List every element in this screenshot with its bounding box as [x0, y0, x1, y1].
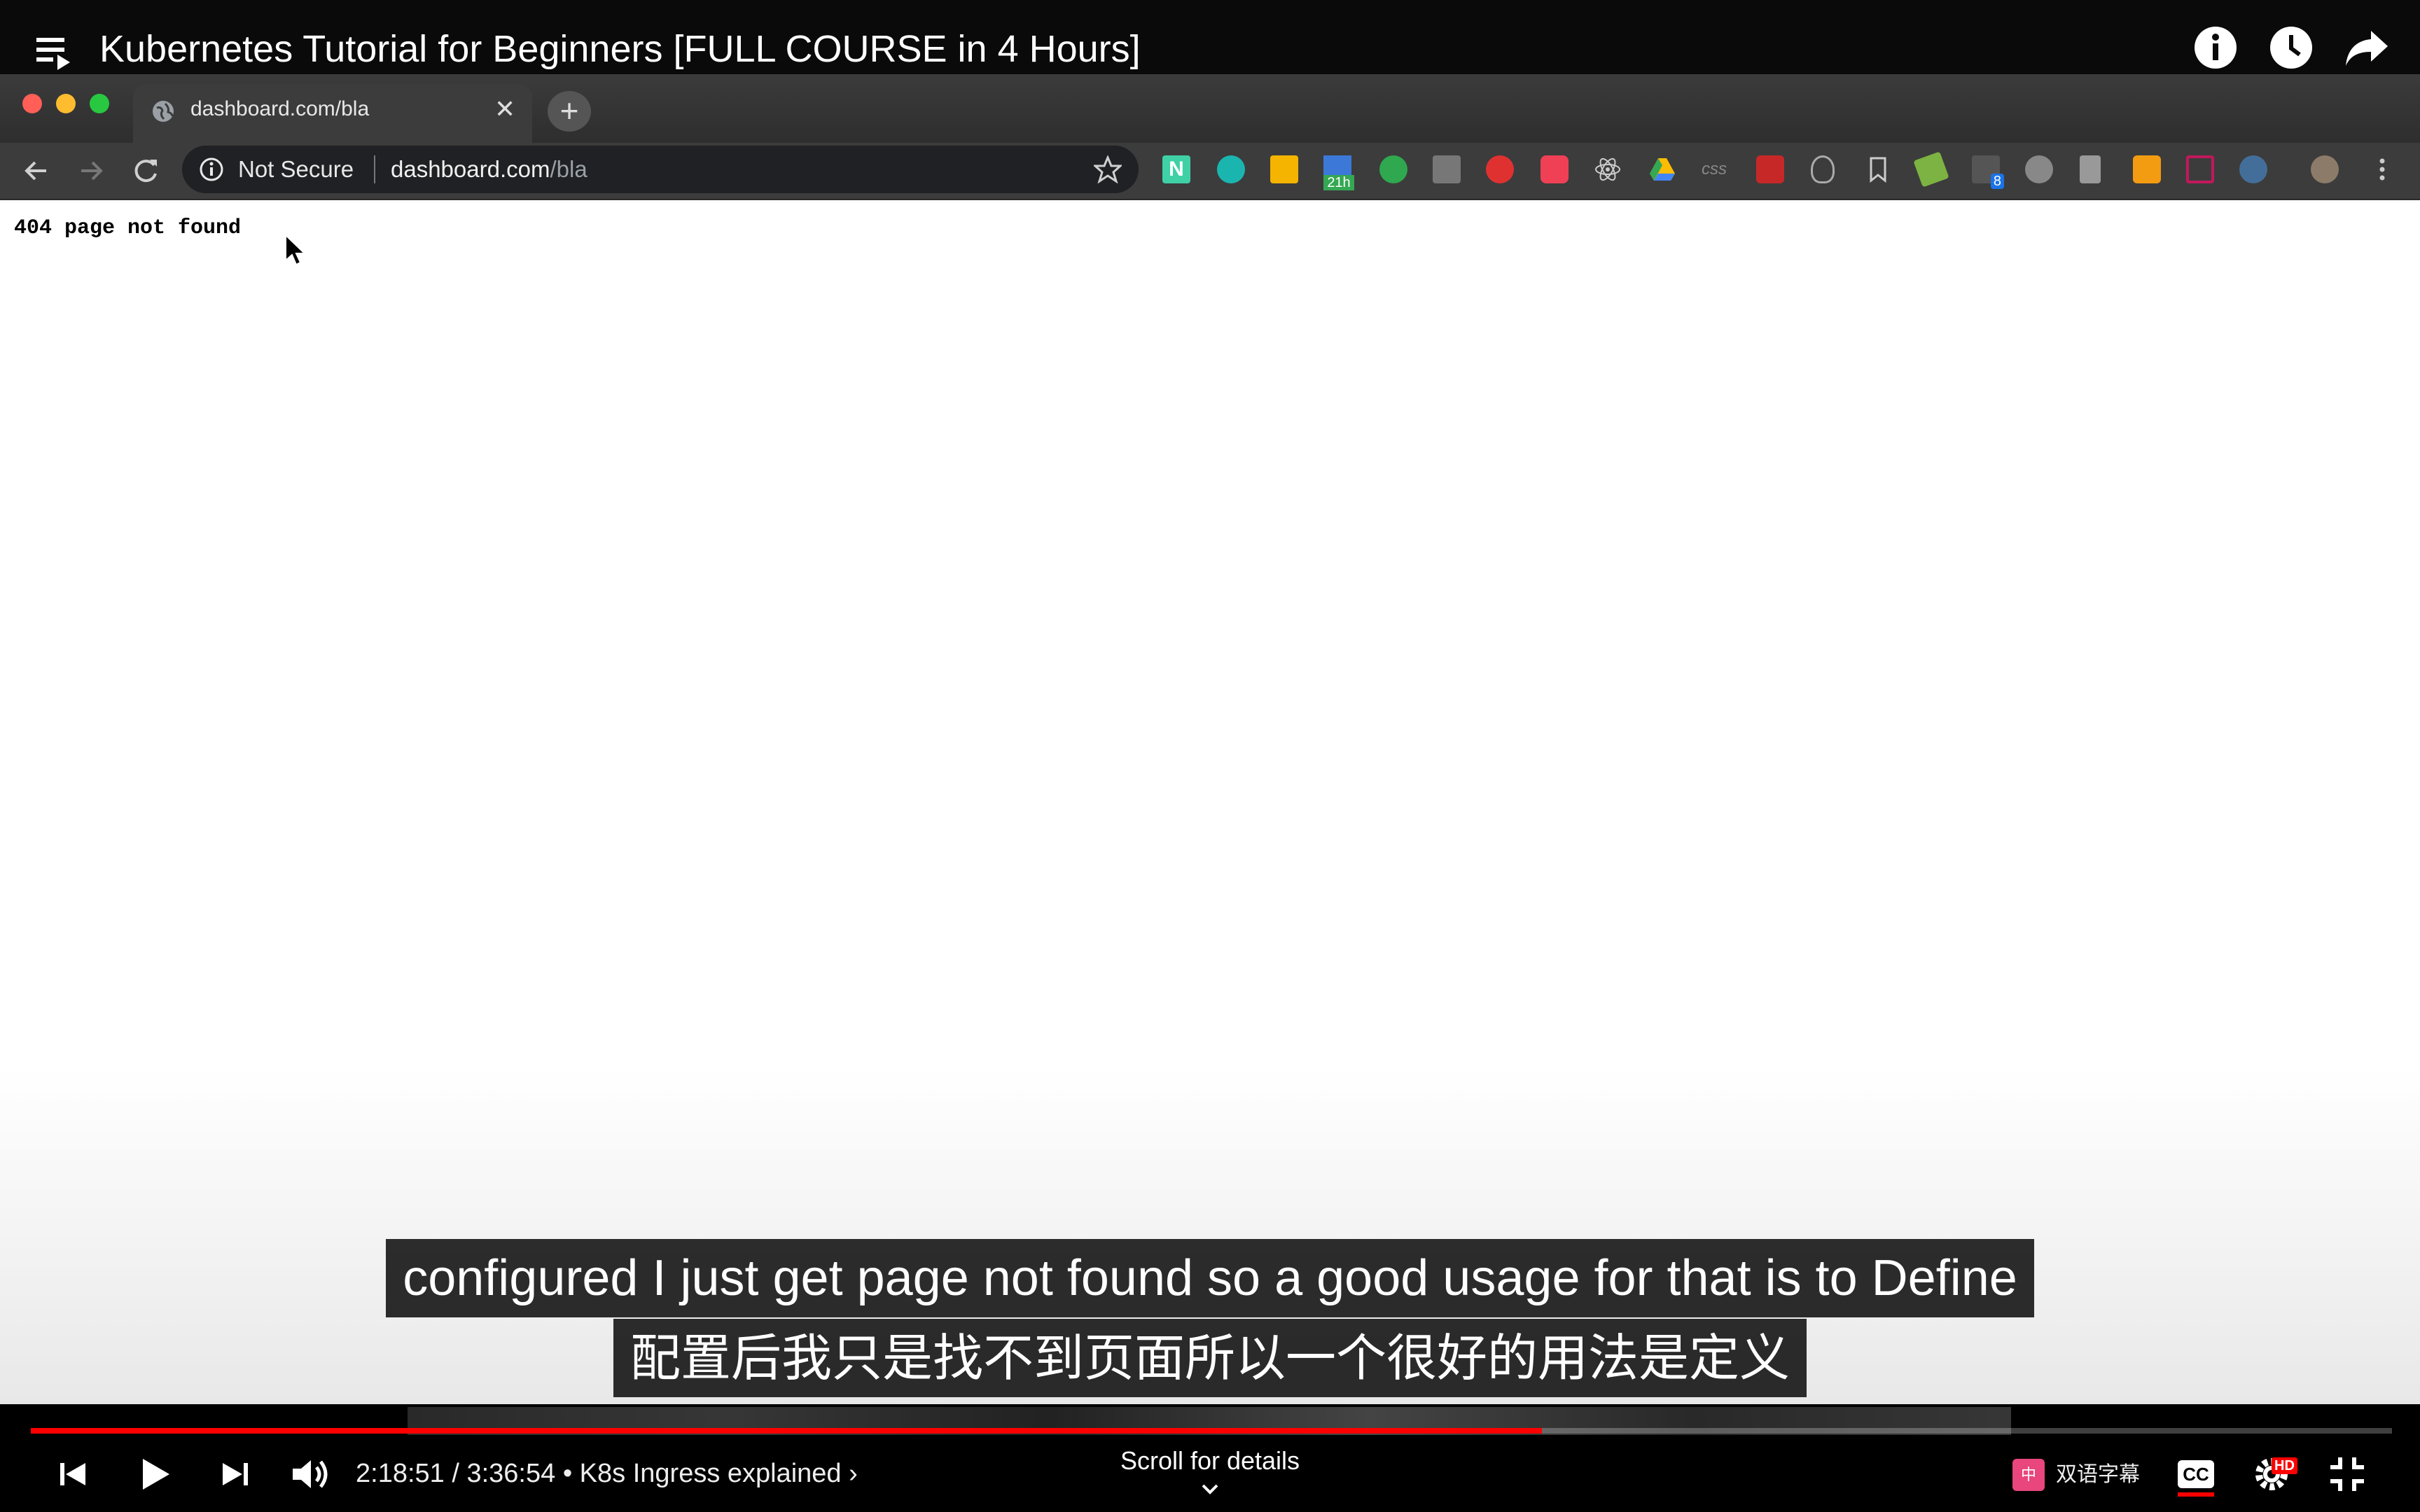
mouse-cursor-icon [285, 234, 307, 266]
bookmark-icon[interactable] [1864, 155, 1892, 183]
tab-count-badge: 8 [1990, 174, 2004, 189]
lightbulb-extension-icon[interactable] [1811, 155, 1835, 183]
url-host: dashboard.com [391, 156, 550, 182]
settings-extension-icon[interactable] [2239, 155, 2267, 183]
caption-english-text: configured I just get page not found so … [386, 1239, 2034, 1317]
url-text[interactable]: dashboard.com/bla [391, 154, 587, 185]
url-divider [374, 155, 375, 183]
css-extension-icon[interactable]: css [1702, 155, 1730, 183]
stats-extension-icon[interactable] [2186, 155, 2214, 183]
bookmark-star-icon[interactable] [1094, 155, 1122, 183]
more-options-icon[interactable] [2368, 155, 2396, 183]
info-icon[interactable] [2193, 25, 2238, 70]
tab-manager-extension-icon[interactable]: 8 [1972, 155, 2004, 189]
back-arrow-icon[interactable] [18, 153, 55, 189]
google-drive-icon[interactable] [1648, 155, 1676, 183]
watch-later-icon[interactable] [2269, 25, 2314, 70]
caption-chinese: 配置后我只是找不到页面所以一个很好的用法是定义 [0, 1319, 2420, 1397]
site-info-icon[interactable] [199, 157, 224, 182]
video-speed-extension-icon[interactable] [1756, 155, 1784, 183]
dual-subtitle-icon[interactable]: 中 [2012, 1459, 2045, 1491]
forward-arrow-icon[interactable] [73, 153, 109, 189]
time-progress: 2:18:51 / 3:36:54 [356, 1459, 556, 1488]
share-icon[interactable] [2344, 25, 2389, 70]
globe-icon [153, 101, 174, 122]
next-icon[interactable] [213, 1452, 258, 1497]
captions-active-indicator [2178, 1492, 2214, 1497]
chevron-down-icon[interactable] [1193, 1478, 1227, 1502]
volume-icon[interactable] [287, 1452, 332, 1497]
web-page-viewport [0, 200, 2420, 1404]
play-icon[interactable] [132, 1452, 176, 1497]
video-title[interactable]: Kubernetes Tutorial for Beginners [FULL … [99, 21, 1141, 77]
caption-english: configured I just get page not found so … [0, 1239, 2420, 1317]
reload-icon[interactable] [127, 153, 164, 189]
evernote-extension-icon[interactable] [1379, 155, 1407, 183]
tab-close-icon[interactable]: ✕ [494, 95, 515, 123]
calendar-badge: 21h [1323, 175, 1354, 190]
hd-badge: HD [2272, 1457, 2297, 1474]
captions-button[interactable]: CC [2178, 1460, 2214, 1488]
url-path: /bla [550, 156, 587, 182]
playlist-icon[interactable] [35, 32, 77, 74]
notes-extension-icon[interactable] [1270, 155, 1298, 183]
progress-bar-played [31, 1428, 1543, 1434]
eyedropper-extension-icon[interactable] [2080, 155, 2101, 183]
exit-fullscreen-icon[interactable] [2325, 1452, 2370, 1497]
s-extension-icon[interactable] [1433, 155, 1461, 183]
caption-chinese-text: 配置后我只是找不到页面所以一个很好的用法是定义 [613, 1319, 1807, 1397]
window-maximize-button[interactable] [90, 94, 109, 113]
security-status-label[interactable]: Not Secure [238, 154, 354, 185]
profile-avatar[interactable] [2311, 155, 2339, 183]
window-minimize-button[interactable] [56, 94, 76, 113]
chapter-title[interactable]: • K8s Ingress explained › [563, 1459, 858, 1488]
calendar-extension-icon[interactable]: 21h [1323, 155, 1354, 190]
mail-extension-icon[interactable] [2133, 155, 2161, 183]
tab-title: dashboard.com/bla [190, 97, 370, 120]
time-display: 2:18:51 / 3:36:54 • K8s Ingress explaine… [356, 1456, 858, 1491]
page-body-text: 404 page not found [14, 216, 242, 240]
react-devtools-icon[interactable] [1594, 155, 1622, 183]
dual-subtitle-label[interactable]: 双语字幕 [2056, 1457, 2140, 1492]
tomato-timer-extension-icon[interactable] [2025, 155, 2053, 183]
previous-icon[interactable] [50, 1452, 95, 1497]
pocket-extension-icon[interactable] [1541, 155, 1569, 183]
notion-extension-icon[interactable]: N [1162, 155, 1190, 183]
window-close-button[interactable] [22, 94, 42, 113]
scroll-for-details[interactable]: Scroll for details [1015, 1445, 1405, 1477]
new-tab-button[interactable]: + [548, 91, 591, 132]
adblock-extension-icon[interactable] [1486, 155, 1514, 183]
momentum-extension-icon[interactable] [1217, 155, 1245, 183]
